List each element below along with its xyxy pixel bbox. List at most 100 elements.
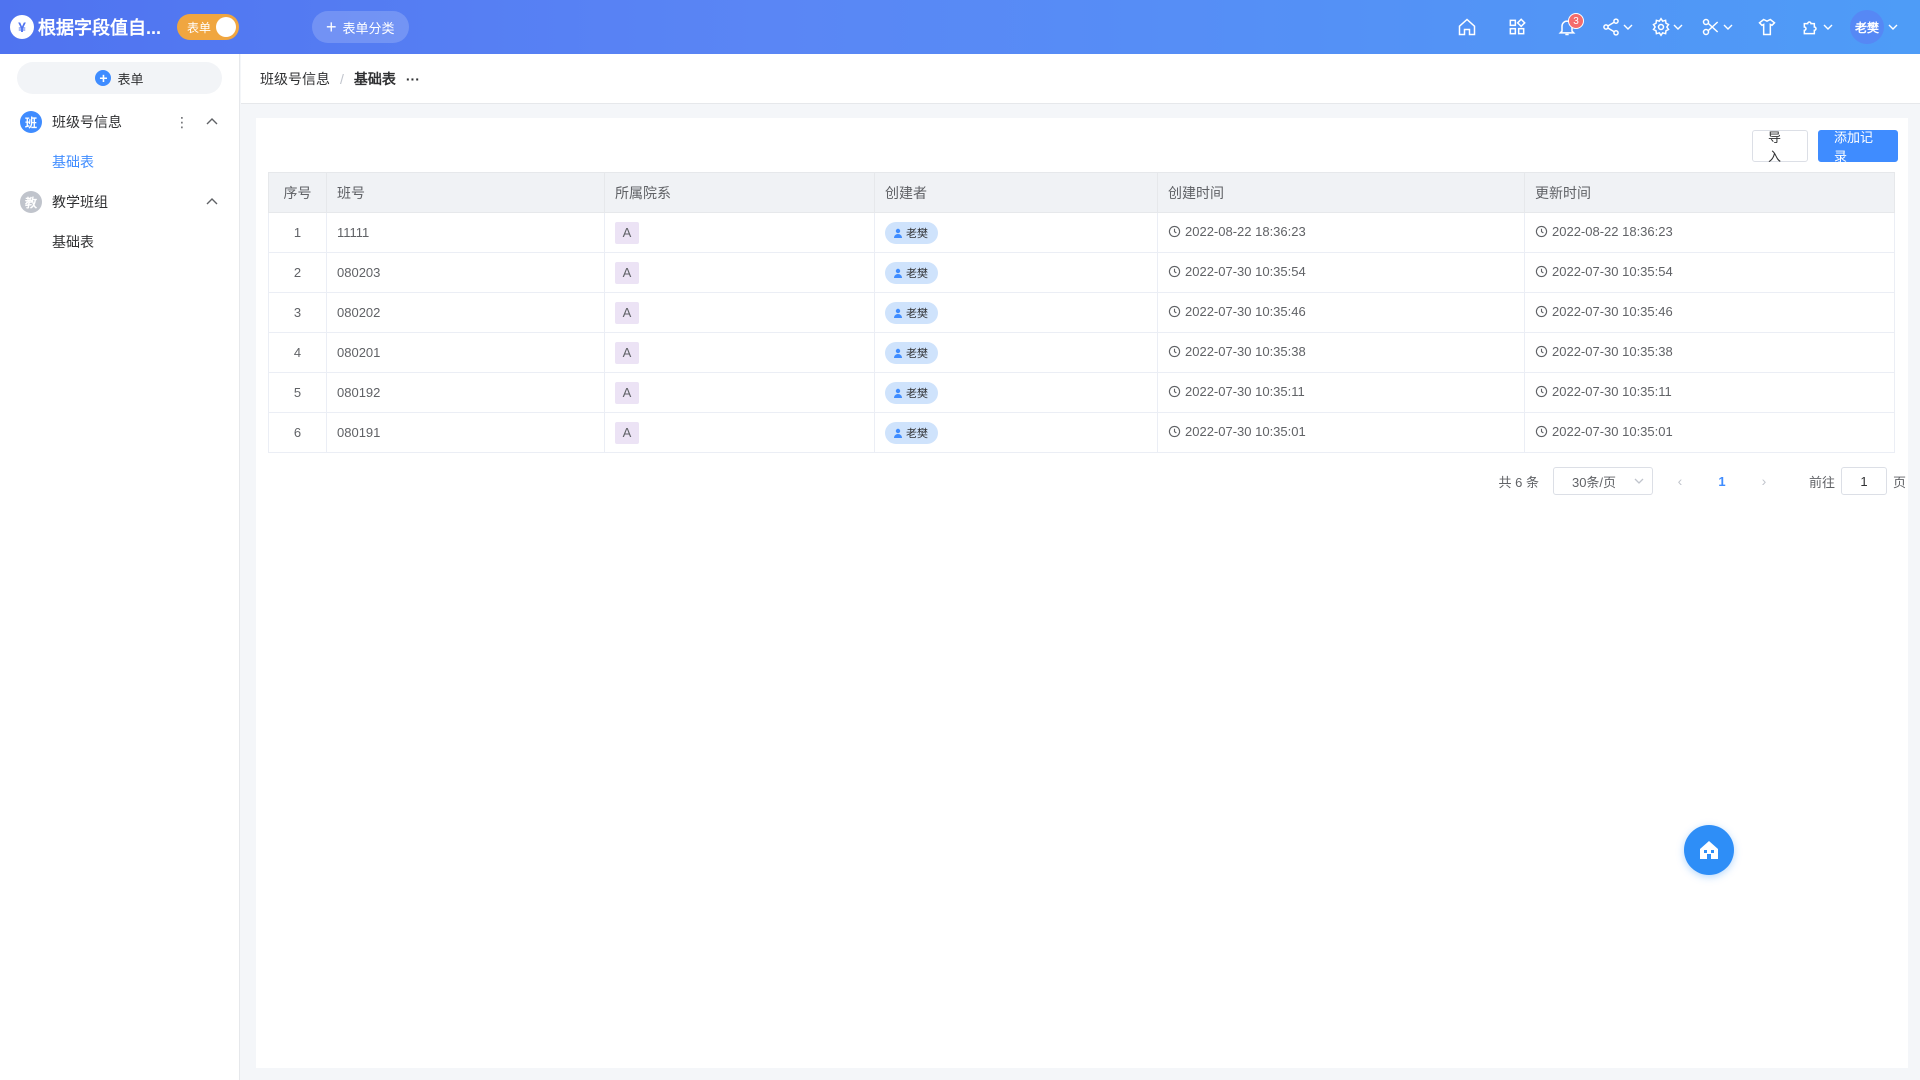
cell-class-no: 080201 (326, 332, 605, 373)
sidebar: + 表单 班 班级号信息 ⋮ 基础表 教 教学班组 基础表 (0, 54, 240, 1080)
dept-tag: A (615, 301, 639, 324)
cell-creator: 老樊 (874, 212, 1158, 253)
app-title[interactable]: 根据字段值自... (38, 14, 161, 40)
cell-dept: A (604, 292, 875, 333)
column-header-class-no[interactable]: 班号 (326, 172, 605, 213)
cell-class-no: 11111 (326, 212, 605, 253)
table-row[interactable]: 4 080201 A 老樊 2022-07-30 10:35:38 2022-07-30 … (268, 332, 1895, 373)
table-row[interactable]: 6 080191 A 老樊 2022-07-30 10:35:01 2022-07-30 … (268, 412, 1895, 453)
creator-name: 老樊 (906, 427, 928, 440)
notification-badge: 3 (1568, 13, 1584, 29)
created-time: 2022-07-30 10:35:54 (1185, 264, 1306, 279)
form-mode-toggle[interactable]: 表单 (177, 14, 240, 40)
form-category-button[interactable]: + 表单分类 (312, 11, 409, 43)
share-menu[interactable] (1592, 0, 1642, 54)
toggle-knob (216, 17, 237, 37)
user-icon (894, 228, 902, 238)
import-button[interactable]: 导入 (1752, 130, 1808, 164)
settings-menu[interactable] (1642, 0, 1692, 54)
table-row[interactable]: 2 080203 A 老樊 2022-07-30 10:35:54 2022-07-30 … (268, 252, 1895, 293)
gear-icon (1652, 17, 1670, 37)
sidebar-group-header[interactable]: 班 班级号信息 ⋮ (0, 102, 239, 142)
building-icon (1700, 841, 1718, 859)
floating-home-button[interactable] (1684, 825, 1734, 875)
clock-icon (1535, 305, 1548, 318)
creator-name: 老樊 (906, 307, 928, 320)
cell-created: 2022-07-30 10:35:11 (1157, 372, 1525, 413)
creator-tag: 老樊 (885, 301, 938, 324)
top-bar: ¥ 根据字段值自... 表单 + 表单分类 3 老樊 (0, 0, 1920, 54)
main-card: 导入 添加记录 序号 班号 所属院系 创建者 创建时间 更新时间 1 11111 A… (256, 118, 1908, 1068)
chevron-up-icon[interactable] (205, 115, 219, 129)
created-time: 2022-07-30 10:35:01 (1185, 424, 1306, 439)
column-header-index: 序号 (268, 172, 327, 213)
sidebar-group-class-info: 班 班级号信息 ⋮ 基础表 (0, 102, 239, 182)
apps-icon[interactable] (1492, 0, 1542, 54)
dept-tag: A (615, 421, 639, 444)
sidebar-group-header[interactable]: 教 教学班组 (0, 182, 239, 222)
user-menu[interactable]: 老樊 (1850, 10, 1898, 44)
add-record-button[interactable]: 添加记录 (1818, 130, 1898, 164)
updated-time: 2022-08-22 18:36:23 (1552, 224, 1673, 239)
clock-icon (1535, 425, 1548, 438)
cell-dept: A (604, 252, 875, 293)
chevron-down-icon (1888, 24, 1898, 30)
table-row[interactable]: 3 080202 A 老樊 2022-07-30 10:35:46 2022-07-30 … (268, 292, 1895, 333)
tools-icon (1702, 18, 1719, 36)
page-size-select[interactable]: 30条/页 (1552, 467, 1653, 495)
next-page-icon[interactable]: › (1749, 473, 1779, 489)
tools-menu[interactable] (1692, 0, 1742, 54)
sidebar-item-basic-table[interactable]: 基础表 (0, 142, 239, 182)
notification-bell[interactable]: 3 (1542, 0, 1592, 54)
clock-icon (1535, 385, 1548, 398)
cell-dept: A (604, 332, 875, 373)
creator-tag: 老樊 (885, 341, 938, 364)
cell-updated: 2022-07-30 10:35:38 (1524, 332, 1895, 373)
share-icon (1603, 18, 1619, 36)
form-category-label: 表单分类 (342, 20, 395, 36)
plus-icon: + (326, 17, 337, 37)
cell-updated: 2022-07-30 10:35:46 (1524, 292, 1895, 333)
created-time: 2022-07-30 10:35:46 (1185, 304, 1306, 319)
creator-tag: 老樊 (885, 221, 938, 244)
page-number-current[interactable]: 1 (1707, 474, 1737, 489)
creator-tag: 老樊 (885, 381, 938, 404)
cell-updated: 2022-08-22 18:36:23 (1524, 212, 1895, 253)
cell-index: 4 (268, 332, 327, 373)
cell-created: 2022-07-30 10:35:46 (1157, 292, 1525, 333)
more-icon[interactable]: ··· (406, 71, 420, 87)
cell-index: 5 (268, 372, 327, 413)
pagination-total: 共 6 条 (1498, 474, 1539, 490)
cell-index: 1 (268, 212, 327, 253)
mode-toggle-label: 表单 (187, 20, 212, 35)
updated-time: 2022-07-30 10:35:38 (1552, 344, 1673, 359)
column-header-created[interactable]: 创建时间 (1157, 172, 1525, 213)
column-header-updated[interactable]: 更新时间 (1524, 172, 1895, 213)
user-icon (894, 308, 902, 318)
column-header-creator[interactable]: 创建者 (874, 172, 1158, 213)
creator-name: 老樊 (906, 347, 928, 360)
user-icon (894, 348, 902, 358)
plugin-menu[interactable] (1792, 0, 1842, 54)
cell-creator: 老樊 (874, 332, 1158, 373)
clock-icon (1168, 305, 1181, 318)
column-header-dept[interactable]: 所属院系 (604, 172, 875, 213)
sidebar-item-basic-table[interactable]: 基础表 (0, 222, 239, 262)
home-icon[interactable] (1442, 0, 1492, 54)
table-row[interactable]: 5 080192 A 老樊 2022-07-30 10:35:11 2022-07-30 … (268, 372, 1895, 413)
table-row[interactable]: 1 11111 A 老樊 2022-08-22 18:36:23 2022-08-22 1… (268, 212, 1895, 253)
breadcrumb-parent[interactable]: 班级号信息 (260, 69, 330, 89)
chevron-up-icon[interactable] (205, 195, 219, 209)
goto-suffix: 页 (1892, 474, 1906, 490)
created-time: 2022-07-30 10:35:11 (1185, 384, 1305, 399)
prev-page-icon[interactable]: ‹ (1665, 473, 1695, 489)
goto-page-input[interactable] (1840, 467, 1887, 495)
sidebar-group-label: 教学班组 (52, 194, 108, 210)
add-form-button[interactable]: + 表单 (17, 62, 222, 94)
breadcrumb-current: 基础表 (353, 70, 396, 87)
plus-circle-icon: + (95, 70, 112, 86)
creator-tag: 老樊 (885, 421, 938, 444)
cell-updated: 2022-07-30 10:35:54 (1524, 252, 1895, 293)
theme-button[interactable] (1742, 0, 1792, 54)
more-vertical-icon[interactable]: ⋮ (175, 114, 189, 131)
